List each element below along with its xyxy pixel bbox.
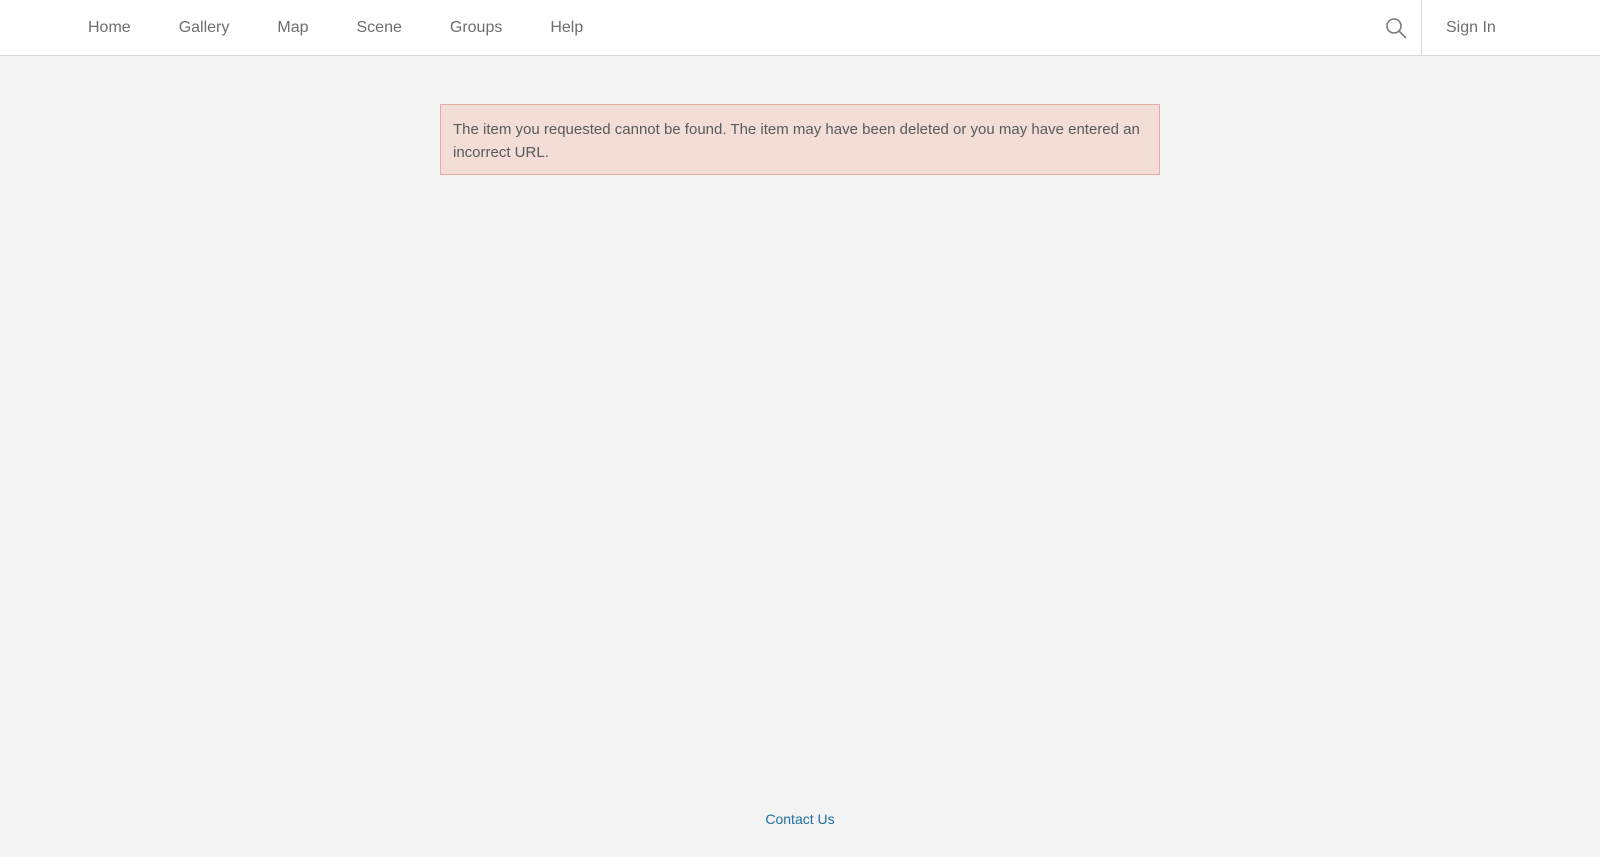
sign-in-link[interactable]: Sign In: [1446, 0, 1496, 55]
nav-help[interactable]: Help: [550, 0, 583, 55]
error-alert: The item you requested cannot be found. …: [440, 104, 1160, 175]
contact-us-link[interactable]: Contact Us: [0, 811, 1600, 827]
nav-home[interactable]: Home: [88, 0, 131, 55]
top-navigation-bar: Home Gallery Map Scene Groups Help Sign …: [0, 0, 1600, 56]
error-message: The item you requested cannot be found. …: [453, 121, 1140, 161]
main-nav: Home Gallery Map Scene Groups Help: [88, 0, 631, 55]
nav-groups[interactable]: Groups: [450, 0, 502, 55]
search-button[interactable]: [1372, 0, 1420, 55]
search-icon: [1386, 17, 1407, 38]
nav-divider: [1421, 0, 1422, 55]
nav-gallery[interactable]: Gallery: [179, 0, 230, 55]
nav-map[interactable]: Map: [277, 0, 308, 55]
nav-scene[interactable]: Scene: [357, 0, 402, 55]
